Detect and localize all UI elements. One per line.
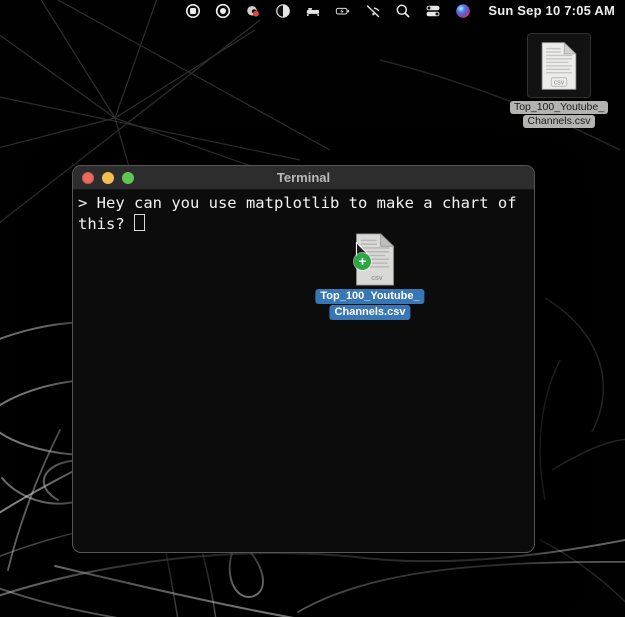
close-button[interactable]: [82, 172, 94, 184]
terminal-content[interactable]: > Hey can you use matplotlib to make a c…: [73, 190, 534, 238]
record-icon[interactable]: [215, 3, 231, 19]
desktop-file-label-line2: Channels.csv: [523, 115, 594, 128]
terminal-prompt-line2-text: this?: [78, 215, 125, 233]
menu-bar-clock[interactable]: Sun Sep 10 7:05 AM: [488, 3, 615, 18]
dragged-file-label-line1: Top_100_Youtube_: [315, 289, 424, 304]
desktop: Sun Sep 10 7:05 AM csv Top_100_Youtube_ …: [0, 0, 625, 617]
minimize-button[interactable]: [102, 172, 114, 184]
terminal-window[interactable]: Terminal > Hey can you use matplotlib to…: [72, 165, 535, 553]
app-notification-icon[interactable]: [245, 3, 261, 19]
dragged-csv-type-label: csv: [371, 273, 383, 282]
dragged-file-label-line2: Channels.csv: [330, 305, 411, 320]
window-controls: [82, 172, 134, 184]
battery-charging-icon[interactable]: [335, 3, 351, 19]
dragged-file-label: Top_100_Youtube_ Channels.csv: [315, 288, 424, 320]
stop-recording-icon[interactable]: [185, 3, 201, 19]
window-title: Terminal: [73, 170, 534, 185]
terminal-prompt-line2: this?: [78, 214, 529, 235]
copy-plus-badge: +: [354, 253, 371, 270]
file-selection-box: csv: [527, 33, 591, 98]
dark-mode-icon[interactable]: [275, 3, 291, 19]
csv-file-icon: csv: [540, 40, 578, 92]
desktop-file-label-line1: Top_100_Youtube_: [510, 101, 608, 114]
wifi-off-icon[interactable]: [365, 3, 381, 19]
terminal-cursor: [134, 214, 145, 231]
control-center-icon[interactable]: [425, 3, 441, 19]
desktop-file-csv[interactable]: csv Top_100_Youtube_ Channels.csv: [509, 33, 609, 128]
terminal-titlebar[interactable]: Terminal: [73, 166, 534, 190]
zoom-button[interactable]: [122, 172, 134, 184]
desktop-file-label: Top_100_Youtube_ Channels.csv: [509, 100, 609, 128]
terminal-prompt-line1: > Hey can you use matplotlib to make a c…: [78, 193, 529, 214]
csv-type-label: csv: [554, 79, 565, 86]
spotlight-icon[interactable]: [395, 3, 411, 19]
siri-icon[interactable]: [455, 3, 471, 19]
keyboard-icon[interactable]: [305, 3, 321, 19]
menu-bar: Sun Sep 10 7:05 AM: [0, 0, 625, 21]
